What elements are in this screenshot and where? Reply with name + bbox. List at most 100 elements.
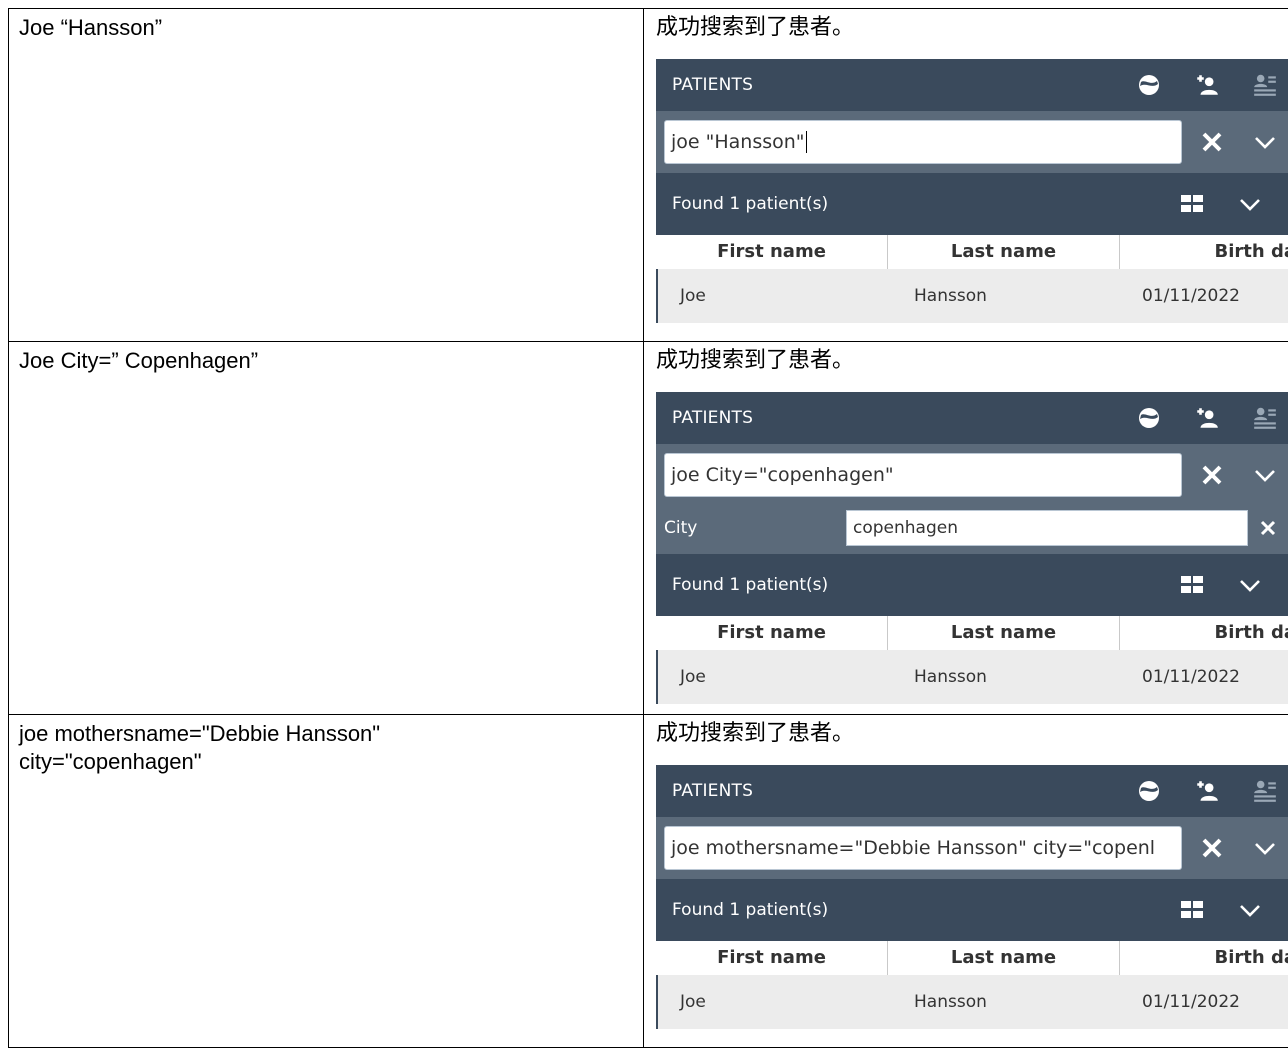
patient-list-icon[interactable] [1250, 70, 1280, 100]
clear-city-filter-button[interactable] [1248, 510, 1288, 546]
table-row[interactable]: Joe Hansson 01/11/2022 [656, 975, 1288, 1029]
globe-icon[interactable] [1134, 776, 1164, 806]
results-column-headers: First name Last name Birth da [656, 616, 1288, 650]
search-bar: joe "Hansson" [656, 111, 1288, 173]
add-patient-icon[interactable] [1192, 70, 1222, 100]
test-results-table: Joe “Hansson” 成功搜索到了患者。 PATIENTS joe "Ha… [8, 8, 1288, 1048]
grid-view-icon[interactable] [1164, 573, 1220, 597]
column-birth-date[interactable]: Birth da [1120, 616, 1288, 650]
case-result-cell: 成功搜索到了患者。 PATIENTS joe mothersname="Debb… [644, 715, 1288, 1048]
case-input-cell: Joe City=” Copenhagen” [9, 342, 644, 715]
results-chevron-button[interactable] [1220, 898, 1280, 922]
patients-title: PATIENTS [672, 404, 1106, 432]
close-icon [1200, 130, 1224, 154]
chevron-down-icon [1238, 573, 1262, 597]
patients-widget: PATIENTS joe City="copenhagen" City cope… [656, 392, 1288, 704]
case-row: Joe City=” Copenhagen” 成功搜索到了患者。 PATIENT… [9, 342, 1288, 715]
patients-header: PATIENTS [656, 765, 1288, 817]
patients-title: PATIENTS [672, 777, 1106, 805]
case-result-text: 成功搜索到了患者。 [656, 13, 1288, 41]
cell-first-name: Joe [658, 282, 890, 310]
case-input-text: Joe City=” Copenhagen” [19, 347, 633, 375]
chevron-down-icon [1253, 130, 1277, 154]
chevron-down-icon [1253, 836, 1277, 860]
cell-birth-date: 01/11/2022 [1122, 663, 1288, 691]
clear-search-button[interactable] [1182, 453, 1242, 497]
add-patient-icon[interactable] [1192, 403, 1222, 433]
search-input-value: joe mothersname="Debbie Hansson" city="c… [671, 834, 1155, 862]
case-result-cell: 成功搜索到了患者。 PATIENTS joe City="copenhagen" [644, 342, 1288, 715]
case-result-text: 成功搜索到了患者。 [656, 719, 1288, 747]
column-first-name[interactable]: First name [656, 235, 888, 269]
search-input-value: joe "Hansson" [671, 128, 805, 156]
globe-icon[interactable] [1134, 70, 1164, 100]
cell-birth-date: 01/11/2022 [1122, 282, 1288, 310]
case-result-cell: 成功搜索到了患者。 PATIENTS joe "Hansson" Found [644, 9, 1288, 342]
patients-widget: PATIENTS joe mothersname="Debbie Hansson… [656, 765, 1288, 1029]
cell-last-name: Hansson [890, 282, 1122, 310]
city-filter-label: City [664, 514, 846, 542]
results-count: Found 1 patient(s) [672, 571, 1164, 599]
chevron-down-icon [1238, 898, 1262, 922]
expand-search-button[interactable] [1242, 120, 1288, 164]
column-last-name[interactable]: Last name [888, 235, 1120, 269]
clear-search-button[interactable] [1182, 826, 1242, 870]
case-result-text: 成功搜索到了患者。 [656, 346, 1288, 374]
results-bar: Found 1 patient(s) [656, 554, 1288, 616]
column-first-name[interactable]: First name [656, 941, 888, 975]
city-filter-input[interactable]: copenhagen [846, 510, 1248, 546]
cell-first-name: Joe [658, 663, 890, 691]
column-last-name[interactable]: Last name [888, 941, 1120, 975]
text-caret [806, 131, 807, 153]
results-bar: Found 1 patient(s) [656, 879, 1288, 941]
clear-search-button[interactable] [1182, 120, 1242, 164]
globe-icon[interactable] [1134, 403, 1164, 433]
patient-list-icon[interactable] [1250, 776, 1280, 806]
results-count: Found 1 patient(s) [672, 896, 1164, 924]
table-row[interactable]: Joe Hansson 01/11/2022 [656, 269, 1288, 323]
patient-list-icon[interactable] [1250, 403, 1280, 433]
case-input-cell: Joe “Hansson” [9, 9, 644, 342]
search-bar: joe City="copenhagen" [656, 444, 1288, 506]
city-filter-row: City copenhagen [656, 502, 1288, 554]
results-column-headers: First name Last name Birth da [656, 941, 1288, 975]
case-input-text: Joe “Hansson” [19, 14, 633, 42]
close-icon [1259, 519, 1277, 537]
chevron-down-icon [1238, 192, 1262, 216]
case-row: joe mothersname="Debbie Hansson" city="c… [9, 715, 1288, 1048]
column-last-name[interactable]: Last name [888, 616, 1120, 650]
case-row: Joe “Hansson” 成功搜索到了患者。 PATIENTS joe "Ha… [9, 9, 1288, 342]
results-chevron-button[interactable] [1220, 192, 1280, 216]
case-input-cell: joe mothersname="Debbie Hansson" city="c… [9, 715, 644, 1048]
close-icon [1200, 463, 1224, 487]
search-input[interactable]: joe "Hansson" [664, 120, 1182, 164]
search-input[interactable]: joe mothersname="Debbie Hansson" city="c… [664, 826, 1182, 870]
cell-last-name: Hansson [890, 988, 1122, 1016]
column-first-name[interactable]: First name [656, 616, 888, 650]
patients-header: PATIENTS [656, 392, 1288, 444]
expand-search-button[interactable] [1242, 453, 1288, 497]
case-input-text: joe mothersname="Debbie Hansson" city="c… [19, 720, 633, 776]
search-input-value: joe City="copenhagen" [671, 461, 894, 489]
column-birth-date[interactable]: Birth da [1120, 941, 1288, 975]
results-column-headers: First name Last name Birth da [656, 235, 1288, 269]
results-count: Found 1 patient(s) [672, 190, 1164, 218]
expand-search-button[interactable] [1242, 826, 1288, 870]
results-chevron-button[interactable] [1220, 573, 1280, 597]
search-input[interactable]: joe City="copenhagen" [664, 453, 1182, 497]
patients-widget: PATIENTS joe "Hansson" Found 1 patient(s… [656, 59, 1288, 323]
chevron-down-icon [1253, 463, 1277, 487]
search-bar: joe mothersname="Debbie Hansson" city="c… [656, 817, 1288, 879]
patients-title: PATIENTS [672, 71, 1106, 99]
cell-birth-date: 01/11/2022 [1122, 988, 1288, 1016]
cell-first-name: Joe [658, 988, 890, 1016]
results-bar: Found 1 patient(s) [656, 173, 1288, 235]
table-row[interactable]: Joe Hansson 01/11/2022 [656, 650, 1288, 704]
grid-view-icon[interactable] [1164, 898, 1220, 922]
patients-header: PATIENTS [656, 59, 1288, 111]
cell-last-name: Hansson [890, 663, 1122, 691]
column-birth-date[interactable]: Birth da [1120, 235, 1288, 269]
grid-view-icon[interactable] [1164, 192, 1220, 216]
close-icon [1200, 836, 1224, 860]
add-patient-icon[interactable] [1192, 776, 1222, 806]
